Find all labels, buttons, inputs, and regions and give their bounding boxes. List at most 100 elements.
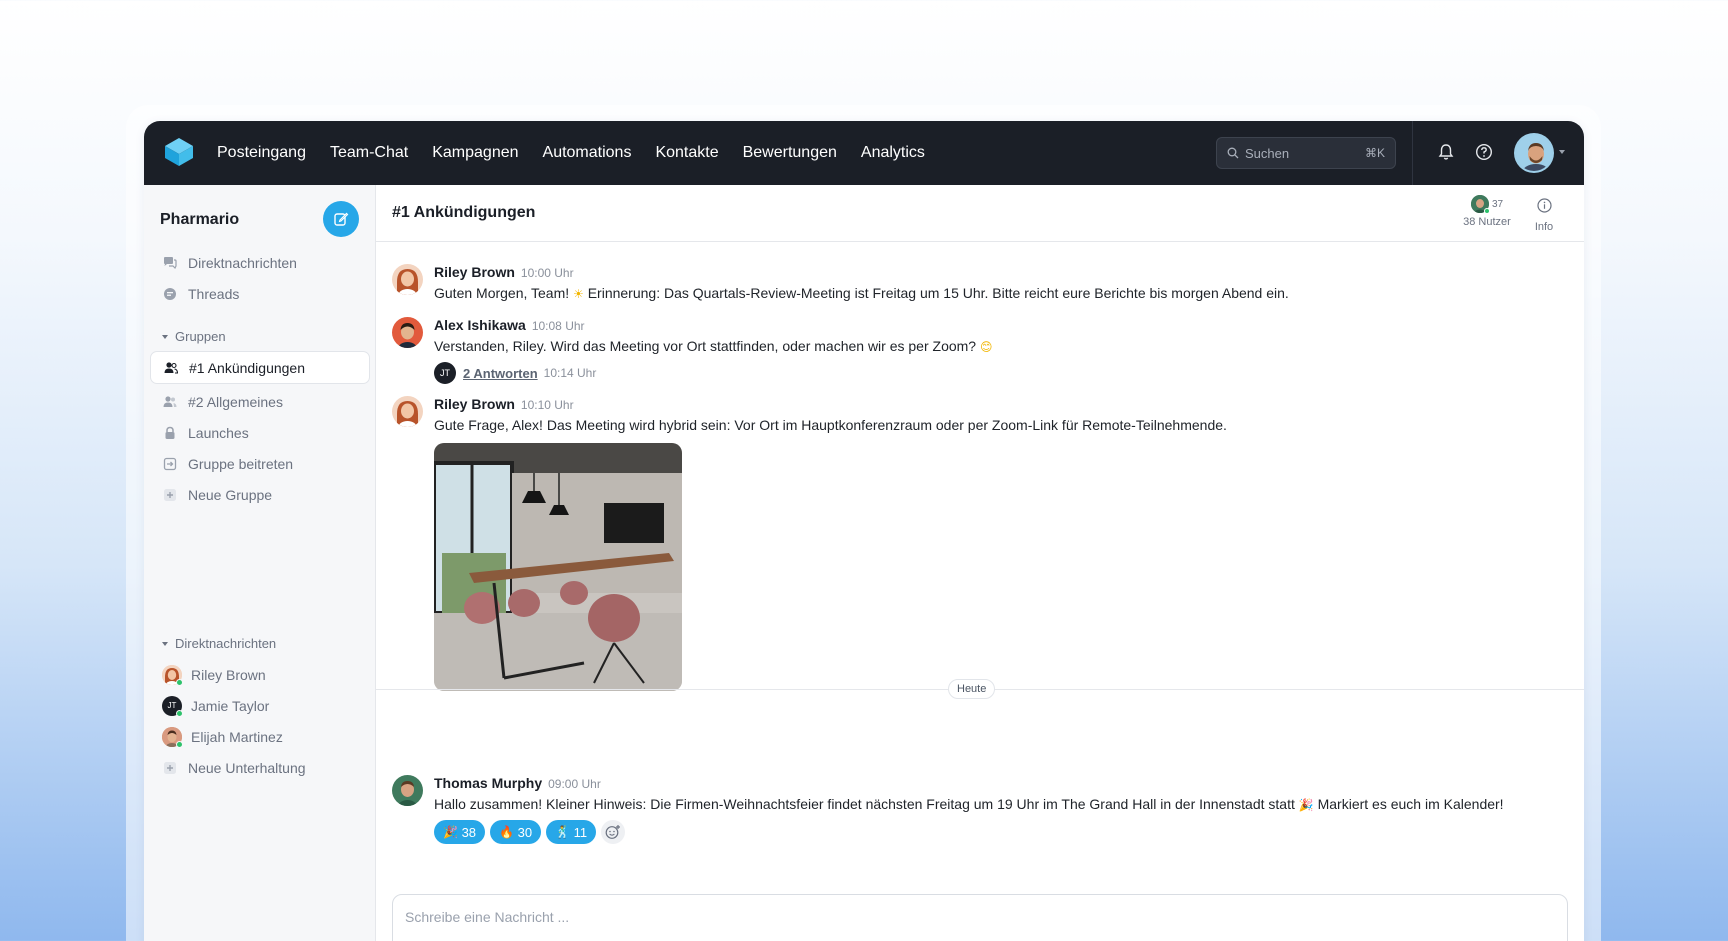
message-text-part: Erinnerung: Das Quartals-Review-Meeting …: [583, 285, 1289, 301]
sidebar-item-label: #1 Ankündigungen: [189, 359, 305, 376]
sidebar-item-allgemeines[interactable]: #2 Allgemeines: [150, 385, 370, 418]
sidebar-item-label: #2 Allgemeines: [188, 393, 283, 410]
nav-kampagnen[interactable]: Kampagnen: [432, 144, 518, 162]
app-logo-icon[interactable]: [162, 135, 196, 169]
meeting-room-image[interactable]: [434, 443, 682, 691]
sidebar-item-label: Jamie Taylor: [191, 697, 270, 714]
online-status-dot: [1483, 208, 1490, 214]
message-time: 10:08 Uhr: [531, 319, 585, 333]
plus-icon: [162, 760, 178, 776]
sidebar-dm-jamie-taylor[interactable]: JT Jamie Taylor: [150, 689, 370, 722]
message-header: Alex Ishikawa 10:08 Uhr: [434, 317, 993, 333]
thread-icon: [162, 286, 178, 302]
avatar[interactable]: [392, 396, 423, 427]
sidebar-item-ankuendigungen[interactable]: #1 Ankündigungen: [150, 351, 370, 384]
sidebar-item-label: Elijah Martinez: [191, 728, 283, 745]
sidebar-dm-elijah-martinez[interactable]: Elijah Martinez: [150, 720, 370, 753]
users-icon: [162, 394, 178, 410]
sidebar-dm-riley-brown[interactable]: Riley Brown: [150, 658, 370, 691]
day-divider-label: Heute: [948, 679, 996, 699]
nav-posteingang[interactable]: Posteingang: [217, 144, 306, 162]
workspace-name: Pharmario: [160, 211, 240, 228]
chevron-down-icon: [162, 641, 168, 646]
compose-button[interactable]: [323, 201, 359, 237]
reaction-party[interactable]: 🎉 38: [434, 820, 486, 844]
sidebar-item-neue-unterhaltung[interactable]: Neue Unterhaltung: [150, 751, 370, 784]
search-placeholder: Suchen: [1245, 145, 1290, 161]
message-time: 09:00 Uhr: [548, 777, 601, 791]
message-item: Thomas Murphy 09:00 Uhr Hallo zusammen! …: [392, 775, 1572, 845]
message-text: Gute Frage, Alex! Das Meeting wird hybri…: [434, 417, 1227, 433]
party-emoji: 🎉: [443, 825, 458, 839]
channel-title: #1 Ankündigungen: [392, 204, 536, 221]
message-composer-input[interactable]: Schreibe eine Nachricht ...: [392, 894, 1568, 941]
user-avatar[interactable]: [1514, 133, 1554, 173]
message-item: Riley Brown 10:00 Uhr Guten Morgen, Team…: [392, 264, 1572, 304]
thread-summary: JT 2 Antworten 10:14 Uhr: [434, 362, 993, 384]
sidebar-item-label: Neue Unterhaltung: [188, 759, 306, 776]
message-author[interactable]: Thomas Murphy: [434, 775, 542, 791]
message-text: Guten Morgen, Team! ☀ Erinnerung: Das Qu…: [434, 285, 1289, 301]
message-text: Hallo zusammen! Kleiner Hinweis: Die Fir…: [434, 796, 1504, 812]
sidebar-item-direktnachrichten[interactable]: Direktnachrichten: [150, 246, 370, 279]
message-author[interactable]: Riley Brown: [434, 264, 515, 280]
bell-icon[interactable]: [1437, 143, 1455, 161]
nav-analytics[interactable]: Analytics: [861, 144, 925, 162]
message-body: Riley Brown 10:10 Uhr Gute Frage, Alex! …: [434, 396, 1227, 691]
message-header: Riley Brown 10:00 Uhr: [434, 264, 1289, 280]
nav-bewertungen[interactable]: Bewertungen: [743, 144, 837, 162]
edit-icon: [334, 212, 349, 226]
dancer-emoji: 🕺: [555, 825, 571, 839]
sidebar-item-neue-gruppe[interactable]: Neue Gruppe: [150, 478, 370, 511]
message-author[interactable]: Riley Brown: [434, 396, 515, 412]
avatar: [1470, 195, 1490, 217]
reactions-bar: 🎉 38 🔥 30 🕺 11: [434, 820, 1504, 844]
reaction-count: 30: [517, 824, 533, 840]
party-emoji: 🎉: [1298, 798, 1314, 812]
groups-section-header[interactable]: Gruppen: [162, 329, 226, 344]
message-text-part: Hallo zusammen! Kleiner Hinweis: Die Fir…: [434, 796, 1299, 812]
message-body: Alex Ishikawa 10:08 Uhr Verstanden, Rile…: [434, 317, 993, 384]
message-header: Riley Brown 10:10 Uhr: [434, 396, 1227, 412]
sun-emoji: ☀: [573, 287, 584, 301]
sidebar-item-label: Neue Gruppe: [188, 486, 273, 503]
sidebar: Pharmario Direktnachrichten Threads Grup…: [144, 185, 376, 941]
chat-bubbles-icon: [162, 255, 178, 271]
avatar-initials: JT: [167, 701, 177, 710]
avatar[interactable]: [392, 775, 423, 806]
reaction-count: 11: [573, 824, 588, 840]
avatar: JT: [434, 362, 456, 384]
dm-section-header[interactable]: Direktnachrichten: [162, 636, 276, 651]
avatar[interactable]: [392, 264, 423, 295]
nav-team-chat[interactable]: Team-Chat: [330, 144, 408, 162]
nav-automations[interactable]: Automations: [543, 144, 632, 162]
reaction-dancer[interactable]: 🕺 11: [546, 820, 597, 844]
members-button[interactable]: 37 38 Nutzer: [1456, 195, 1518, 228]
fire-emoji: 🔥: [499, 825, 514, 839]
info-icon: [1536, 198, 1552, 213]
info-button[interactable]: Info: [1528, 198, 1560, 233]
sidebar-item-label: Gruppe beitreten: [188, 455, 294, 472]
search-input[interactable]: Suchen ⌘K: [1216, 137, 1396, 169]
avatar[interactable]: [392, 317, 423, 348]
members-row: 37: [1456, 195, 1518, 217]
chevron-down-icon: [162, 334, 168, 339]
thread-replies-link[interactable]: 2 Antworten: [463, 366, 538, 381]
add-reaction-button[interactable]: [601, 820, 626, 844]
message-text: Verstanden, Riley. Wird das Meeting vor …: [434, 338, 993, 354]
section-label: Gruppen: [175, 329, 226, 344]
reaction-fire[interactable]: 🔥 30: [490, 820, 542, 844]
sidebar-item-gruppe-beitreten[interactable]: Gruppe beitreten: [150, 447, 370, 480]
user-menu-chevron-down-icon[interactable]: [1559, 150, 1565, 154]
message-text-part: Markiert es euch im Kalender!: [1313, 796, 1504, 812]
message-author[interactable]: Alex Ishikawa: [434, 317, 526, 333]
help-icon[interactable]: [1475, 143, 1493, 161]
sidebar-item-launches[interactable]: Launches: [150, 416, 370, 449]
sidebar-item-threads[interactable]: Threads: [150, 277, 370, 310]
join-icon: [162, 456, 178, 472]
message-time: 10:00 Uhr: [520, 266, 574, 280]
search-icon: [1227, 147, 1239, 159]
nav-kontakte[interactable]: Kontakte: [655, 144, 718, 162]
members-count: 37: [1491, 198, 1504, 210]
online-status-dot: [176, 740, 183, 748]
